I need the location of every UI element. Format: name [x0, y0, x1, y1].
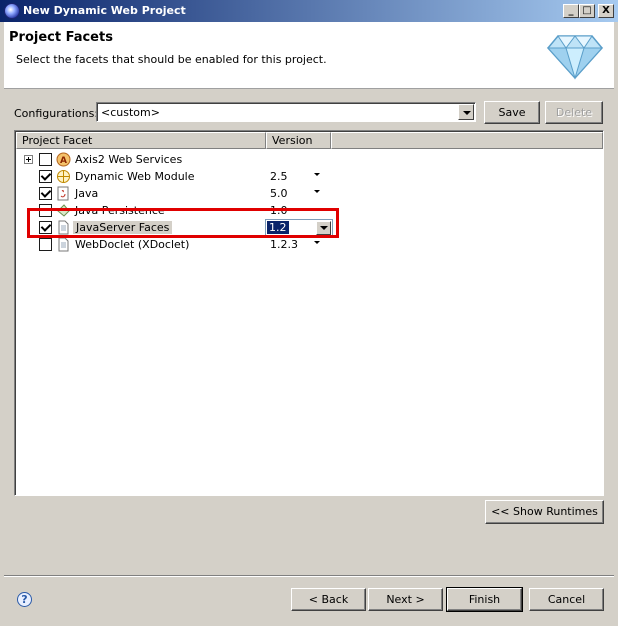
- show-runtimes-button[interactable]: << Show Runtimes: [485, 500, 604, 524]
- column-header-filler: [331, 132, 603, 149]
- facet-version[interactable]: 5.0: [270, 187, 288, 200]
- configurations-value: <custom>: [101, 106, 160, 119]
- facet-name: Dynamic Web Module: [75, 170, 195, 183]
- configurations-combo[interactable]: <custom>: [96, 102, 476, 122]
- facet-checkbox[interactable]: [39, 187, 52, 200]
- wizard-header: Project Facets Select the facets that sh…: [4, 22, 614, 89]
- separator: [4, 575, 614, 577]
- project-facets-table[interactable]: Project Facet Version A Axis2 Web Servic…: [14, 130, 604, 496]
- combo-dropdown-icon[interactable]: [458, 104, 474, 120]
- back-button[interactable]: < Back: [291, 588, 366, 611]
- column-header-version[interactable]: Version: [266, 132, 331, 149]
- next-button[interactable]: Next >: [368, 588, 443, 611]
- table-row[interactable]: Java 5.0: [16, 185, 603, 202]
- delete-button: Delete: [545, 101, 603, 124]
- table-row[interactable]: A Axis2 Web Services: [16, 151, 603, 168]
- facet-checkbox[interactable]: [39, 170, 52, 183]
- table-header: Project Facet Version: [16, 132, 603, 149]
- facet-version[interactable]: 1.2.3: [270, 238, 298, 251]
- help-icon[interactable]: ?: [17, 592, 32, 607]
- facet-checkbox[interactable]: [39, 153, 52, 166]
- save-button[interactable]: Save: [484, 101, 540, 124]
- expand-icon[interactable]: [24, 155, 33, 164]
- highlight-box: [27, 208, 339, 238]
- facet-name: Java: [75, 187, 99, 200]
- finish-button[interactable]: Finish: [446, 587, 523, 612]
- facet-version[interactable]: 2.5: [270, 170, 288, 183]
- facet-name: WebDoclet (XDoclet): [75, 238, 190, 251]
- axis2-icon: A: [56, 152, 71, 167]
- facet-checkbox[interactable]: [39, 238, 52, 251]
- document-icon: [58, 237, 69, 252]
- page-description: Select the facets that should be enabled…: [16, 53, 327, 66]
- maximize-button[interactable]: □: [579, 4, 595, 18]
- configurations-label: Configurations:: [14, 107, 99, 120]
- table-row[interactable]: Dynamic Web Module 2.5: [16, 168, 603, 185]
- page-title: Project Facets: [9, 30, 113, 45]
- column-header-facet[interactable]: Project Facet: [16, 132, 266, 149]
- minimize-button[interactable]: _: [563, 4, 579, 18]
- close-button[interactable]: X: [598, 4, 614, 18]
- facet-name: Axis2 Web Services: [75, 153, 183, 166]
- svg-text:A: A: [60, 156, 67, 166]
- version-dropdown-icon[interactable]: [314, 173, 320, 176]
- window-title: New Dynamic Web Project: [23, 4, 186, 17]
- title-bar: New Dynamic Web Project _ □ X: [0, 0, 618, 22]
- java-icon: [57, 186, 69, 201]
- diamond-icon: [546, 35, 604, 80]
- table-row[interactable]: WebDoclet (XDoclet) 1.2.3: [16, 236, 603, 253]
- web-module-icon: [57, 170, 70, 183]
- version-dropdown-icon[interactable]: [314, 241, 320, 244]
- eclipse-icon: [4, 3, 20, 19]
- version-dropdown-icon[interactable]: [314, 190, 320, 193]
- cancel-button[interactable]: Cancel: [529, 588, 604, 611]
